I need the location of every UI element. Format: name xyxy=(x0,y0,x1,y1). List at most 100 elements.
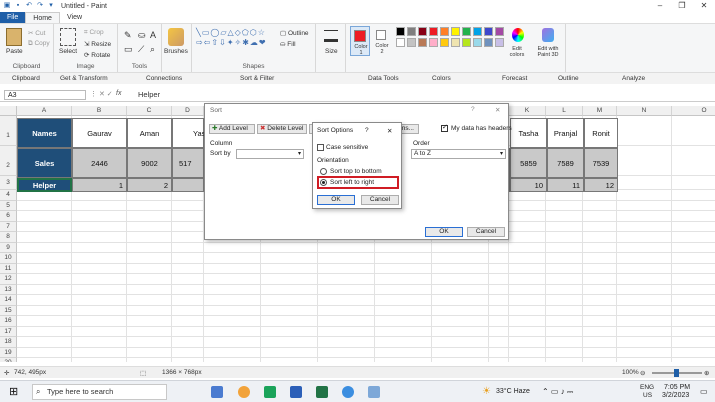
rotate-button[interactable]: ⟳ Rotate xyxy=(84,51,110,59)
row-header[interactable]: 14 xyxy=(0,295,17,306)
column-header[interactable]: M xyxy=(583,106,617,116)
notification-icon[interactable]: ▭ xyxy=(700,387,708,396)
fill-button[interactable]: ⛀ Fill xyxy=(280,40,296,48)
shapes-gallery-icon[interactable]: ╲▭◯▱△◇⬠⬡☆ xyxy=(196,28,266,37)
size-icon[interactable] xyxy=(324,30,338,42)
excel-icon[interactable] xyxy=(316,386,328,398)
palette-swatch[interactable] xyxy=(462,27,471,36)
top-to-bottom-radio[interactable] xyxy=(320,168,327,175)
redo-icon[interactable]: ↷ xyxy=(36,2,44,10)
row-header[interactable]: 20 xyxy=(0,358,17,362)
size-button[interactable]: Size xyxy=(325,48,338,55)
column-header[interactable]: A xyxy=(17,106,72,116)
sort-ok-button[interactable]: OK xyxy=(425,227,463,237)
cell-helper-b3[interactable]: 1 xyxy=(72,178,127,192)
firefox-icon[interactable] xyxy=(238,386,250,398)
sort-close-button[interactable]: ✕ xyxy=(495,106,500,114)
text-icon[interactable]: A xyxy=(150,30,156,40)
cell-name-b1[interactable]: Gaurav xyxy=(72,118,127,148)
row-header[interactable]: 1 xyxy=(0,116,17,146)
sort-cancel-button[interactable]: Cancel xyxy=(467,227,505,237)
edit-colors-button[interactable]: Edit colors xyxy=(506,46,528,58)
cell-sales-k2[interactable]: 5859 xyxy=(510,148,547,178)
sort-by-select[interactable]: ▾ xyxy=(236,149,304,159)
cell-name-k1[interactable]: Tasha xyxy=(510,118,547,148)
cell-name-m1[interactable]: Ronit xyxy=(584,118,618,148)
options-cancel-button[interactable]: Cancel xyxy=(361,195,399,205)
palette-swatch[interactable] xyxy=(418,38,427,47)
palette-swatch[interactable] xyxy=(451,27,460,36)
clock-time[interactable]: 7:05 PM xyxy=(664,384,690,391)
color1-button[interactable]: Color 1 xyxy=(350,26,370,56)
palette-swatch[interactable] xyxy=(396,38,405,47)
headers-checkbox[interactable]: ✓ xyxy=(441,124,448,132)
cell-sales-d2[interactable]: 517 xyxy=(172,148,204,178)
sort-help-button[interactable]: ? xyxy=(471,106,475,113)
palette-swatch[interactable] xyxy=(451,38,460,47)
row-header[interactable]: 7 xyxy=(0,221,17,232)
palette-swatch[interactable] xyxy=(440,27,449,36)
palette-swatch[interactable] xyxy=(429,38,438,47)
row-header[interactable]: 11 xyxy=(0,263,17,274)
cell-helper-d3[interactable] xyxy=(172,178,204,192)
chevron-down-icon[interactable]: ▾ xyxy=(47,2,55,10)
language-indicator[interactable]: ENG xyxy=(640,384,654,391)
cell-sales-l2[interactable]: 7589 xyxy=(547,148,584,178)
add-level-button[interactable]: ✚ Add Level xyxy=(209,124,255,134)
column-header[interactable]: B xyxy=(72,106,127,116)
chrome-icon[interactable] xyxy=(342,386,354,398)
zoom-out-button[interactable]: ⊖ xyxy=(640,369,645,377)
save-icon[interactable]: ▪ xyxy=(14,2,22,10)
column-header[interactable]: C xyxy=(127,106,172,116)
order-select[interactable]: A to Z ▾ xyxy=(411,149,506,159)
palette-swatch[interactable] xyxy=(407,27,416,36)
column-header[interactable]: K xyxy=(509,106,546,116)
row-header[interactable]: 18 xyxy=(0,337,17,348)
row-header[interactable]: 8 xyxy=(0,232,17,243)
pencil-icon[interactable]: ✎ xyxy=(124,30,132,41)
taskbar-search[interactable]: ⌕ Type here to search xyxy=(32,384,167,400)
store-icon[interactable] xyxy=(264,386,276,398)
row-header[interactable]: 6 xyxy=(0,211,17,222)
case-sensitive-checkbox[interactable] xyxy=(317,144,324,151)
tab-file[interactable]: File xyxy=(0,12,26,23)
name-box[interactable]: A3 xyxy=(4,90,86,100)
zoom-in-button[interactable]: ⊕ xyxy=(704,369,709,377)
paint-icon[interactable] xyxy=(368,386,380,398)
row-header[interactable]: 4 xyxy=(0,190,17,201)
clock-date[interactable]: 3/2/2023 xyxy=(662,392,689,399)
word-icon[interactable] xyxy=(290,386,302,398)
column-header[interactable]: O xyxy=(672,106,715,116)
cell-name-d1[interactable]: Yash xyxy=(172,118,210,148)
zoom-slider-thumb[interactable] xyxy=(674,369,679,377)
row-header[interactable]: 2 xyxy=(0,146,17,176)
cell-helper-l3[interactable]: 11 xyxy=(547,178,584,192)
minimize-button[interactable]: – xyxy=(649,0,671,12)
palette-swatch[interactable] xyxy=(473,27,482,36)
palette-swatch[interactable] xyxy=(484,27,493,36)
cell-helper-m3[interactable]: 12 xyxy=(584,178,618,192)
brushes-button[interactable]: Brushes xyxy=(164,48,188,55)
palette-swatch[interactable] xyxy=(462,38,471,47)
outline-button[interactable]: ▢ Outline xyxy=(280,29,309,37)
row-header[interactable]: 17 xyxy=(0,326,17,337)
select-all-corner[interactable] xyxy=(0,106,17,116)
select-button[interactable]: Select xyxy=(59,48,77,55)
row-header[interactable]: 10 xyxy=(0,253,17,264)
paint3d-button[interactable]: Edit with Paint 3D xyxy=(532,46,564,58)
row-header[interactable]: 19 xyxy=(0,347,17,358)
cell-sales-m2[interactable]: 7539 xyxy=(584,148,618,178)
palette-swatch[interactable] xyxy=(495,38,504,47)
edit-colors-icon[interactable] xyxy=(512,28,524,42)
paste-icon[interactable] xyxy=(6,28,22,46)
palette-swatch[interactable] xyxy=(396,27,405,36)
resize-button[interactable]: ⇲ Resize xyxy=(84,40,111,48)
select-icon[interactable] xyxy=(60,28,76,46)
color-picker-icon[interactable]: ⟋ xyxy=(138,44,144,55)
palette-swatch[interactable] xyxy=(473,38,482,47)
eraser-icon[interactable]: ▭ xyxy=(124,44,133,55)
cell-sales-label[interactable]: Sales xyxy=(17,148,72,178)
cell-name-c1[interactable]: Aman xyxy=(127,118,172,148)
palette-swatch[interactable] xyxy=(440,38,449,47)
left-to-right-radio[interactable] xyxy=(320,179,327,186)
